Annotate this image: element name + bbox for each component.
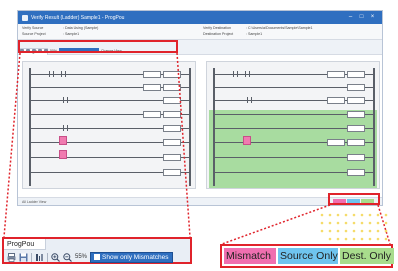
toolbar-zoomed-row: 55% Show only Mismatches [7,251,191,263]
legend-dest-only: Dest. Only [340,248,394,264]
connector-line [176,52,191,238]
connector-line [221,204,331,245]
checkbox-icon[interactable] [94,254,101,260]
decorative-dots [320,213,388,241]
legend-callout: Mismatch Source Only Dest. Only [220,244,394,268]
zoom-in-icon[interactable] [51,252,60,262]
zoom-level: 55% [75,254,88,260]
column-icon[interactable] [35,253,44,262]
toolbar-separator [47,252,48,262]
save-icon[interactable] [19,253,28,262]
show-only-mismatches-label: Show only Mismatches [102,253,169,261]
connector-line [3,52,21,238]
toolbar-callout: ProgPou 55% Show only Mismatches [2,237,192,264]
zoom-out-icon[interactable] [63,252,72,262]
print-icon[interactable] [7,252,16,262]
tab-progpou-zoomed[interactable]: ProgPou [4,239,46,250]
show-only-mismatches-button[interactable]: Show only Mismatches [90,251,173,263]
screenshot-stage: Verify Result (Ladder) Sample1 - ProgPou… [0,0,398,271]
toolbar-separator [31,252,32,262]
legend-mismatch: Mismatch [224,248,276,264]
callout-connectors [3,52,391,245]
legend-source-only: Source Only [278,248,338,264]
connector-line [377,204,391,245]
